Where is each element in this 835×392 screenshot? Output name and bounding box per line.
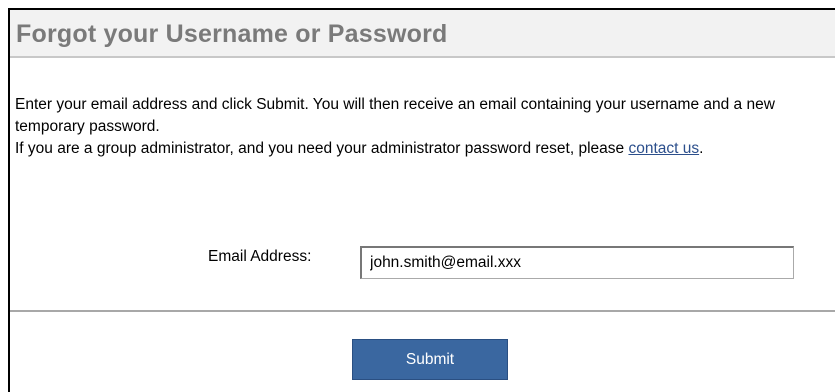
instructions-line-1: Enter your email address and click Submi… [15,96,775,135]
email-address-label: Email Address: [208,248,312,265]
panel-header: Forgot your Username or Password [10,10,835,58]
email-row: Email Address: [10,236,835,279]
instructions-text: Enter your email address and click Submi… [15,94,830,160]
contact-us-link[interactable]: contact us [628,140,699,157]
page-title: Forgot your Username or Password [16,20,448,48]
admin-instructions-prefix: If you are a group administrator, and yo… [15,140,629,157]
form-divider [10,310,835,312]
forgot-credentials-panel: Forgot your Username or Password Enter y… [8,8,835,392]
admin-instructions-suffix: . [699,140,704,157]
email-address-input[interactable] [360,246,794,279]
instructions-line-2: If you are a group administrator, and yo… [15,138,830,160]
submit-button[interactable]: Submit [352,339,508,380]
